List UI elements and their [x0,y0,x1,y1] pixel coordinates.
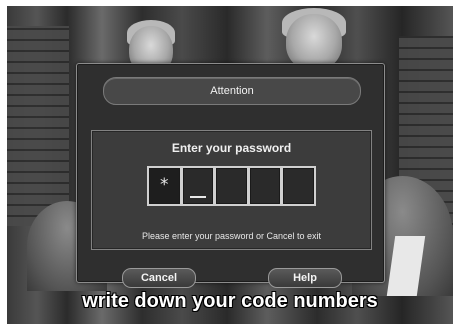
subtitle-caption: write down your code numbers [82,290,378,312]
pin-mask-char: * [160,175,169,195]
pin-slot-5[interactable] [283,168,314,204]
pin-slot-1[interactable]: * [149,168,180,204]
background-person-right [286,14,342,70]
pin-slot-2[interactable] [182,168,214,204]
help-button[interactable]: Help [268,268,342,288]
dialog-content-panel: Enter your password * Please enter your … [91,130,372,250]
instruction-text: Please enter your password or Cancel to … [141,231,322,241]
password-dialog: Attention Enter your password * Please e… [76,63,385,288]
tv-screen: Attention Enter your password * Please e… [7,6,453,324]
dialog-title: Attention [103,77,361,105]
pin-slot-4[interactable] [249,168,281,204]
password-prompt: Enter your password [171,141,292,155]
password-input[interactable]: * [147,166,316,206]
cancel-button[interactable]: Cancel [122,268,196,288]
text-cursor [189,196,207,198]
pin-slot-3[interactable] [216,168,247,204]
background-brick-wall-left [7,26,69,226]
